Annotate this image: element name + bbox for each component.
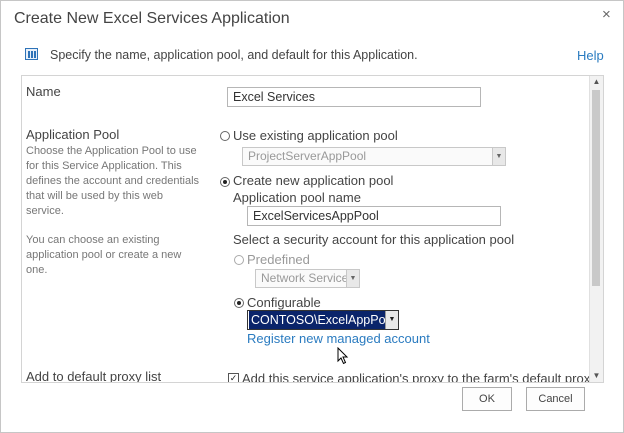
- pool-description-2: You can choose an existing application p…: [26, 233, 181, 278]
- panel-scrollbar[interactable]: ▲ ▼: [589, 76, 603, 382]
- description-row: Specify the name, application pool, and …: [25, 47, 605, 65]
- mouse-cursor-icon: [337, 347, 349, 365]
- predefined-radio[interactable]: [234, 255, 244, 265]
- existing-pool-value: ProjectServerAppPool: [248, 149, 367, 163]
- pool-description-line: for this Service Application. This: [26, 160, 182, 172]
- pool-description: Choose the Application Pool to use for t…: [26, 144, 199, 219]
- pool-description-line: one.: [26, 264, 48, 276]
- scrollbar-thumb[interactable]: [592, 90, 600, 286]
- predefined-label: Predefined: [247, 252, 310, 267]
- proxy-section-label: Add to default proxy list: [26, 369, 162, 383]
- pool-name-label: Application pool name: [233, 190, 361, 205]
- name-input[interactable]: Excel Services: [227, 87, 481, 107]
- help-link[interactable]: Help: [577, 48, 604, 63]
- pool-description-line: service.: [26, 205, 64, 217]
- pool-description-line: defines the account and credentials: [26, 175, 200, 187]
- predefined-value: Network Service: [261, 271, 349, 285]
- dropdown-arrow-icon: ▼: [492, 148, 505, 165]
- pool-description-line: application pool or create a new: [26, 249, 182, 261]
- name-section-label: Name: [26, 84, 61, 99]
- pool-description-line: Choose the Application Pool to use: [26, 145, 197, 157]
- configurable-radio[interactable]: [234, 298, 244, 308]
- existing-pool-select: ProjectServerAppPool ▼: [242, 147, 506, 166]
- ok-button[interactable]: OK: [462, 387, 512, 411]
- dropdown-arrow-icon[interactable]: ▼: [385, 311, 398, 329]
- predefined-select: Network Service ▼: [255, 269, 360, 288]
- pool-name-input[interactable]: ExcelServicesAppPool: [247, 206, 501, 226]
- settings-panel[interactable]: Name Excel Services Application Pool Cho…: [21, 75, 604, 383]
- close-icon[interactable]: ×: [602, 6, 611, 23]
- dropdown-arrow-icon: ▼: [346, 270, 359, 287]
- configurable-label: Configurable: [247, 295, 321, 310]
- configurable-account-value: CONTOSO\ExcelAppPool: [249, 311, 398, 329]
- create-new-pool-radio[interactable]: [220, 177, 230, 187]
- pool-description-line: that will be used by this web: [26, 190, 163, 202]
- pool-section-label: Application Pool: [26, 127, 120, 142]
- dialog-description: Specify the name, application pool, and …: [50, 48, 418, 62]
- create-excel-services-dialog: Create New Excel Services Application × …: [0, 0, 624, 433]
- use-existing-pool-radio[interactable]: [220, 131, 230, 141]
- scroll-down-arrow-icon[interactable]: ▼: [590, 370, 603, 382]
- application-icon: [25, 48, 38, 60]
- default-proxy-checkbox[interactable]: ✓: [228, 373, 239, 382]
- security-account-label: Select a security account for this appli…: [233, 232, 515, 247]
- cancel-button[interactable]: Cancel: [526, 387, 585, 411]
- create-new-pool-label: Create new application pool: [233, 173, 394, 188]
- default-proxy-checkbox-label: Add this service application's proxy to …: [242, 371, 597, 383]
- pool-description-line: You can choose an existing: [26, 234, 160, 246]
- use-existing-pool-label: Use existing application pool: [233, 128, 398, 143]
- scroll-up-arrow-icon[interactable]: ▲: [590, 76, 603, 88]
- configurable-account-select[interactable]: CONTOSO\ExcelAppPool ▼: [247, 310, 399, 330]
- dialog-title: Create New Excel Services Application: [14, 10, 290, 27]
- register-managed-account-link[interactable]: Register new managed account: [247, 331, 430, 346]
